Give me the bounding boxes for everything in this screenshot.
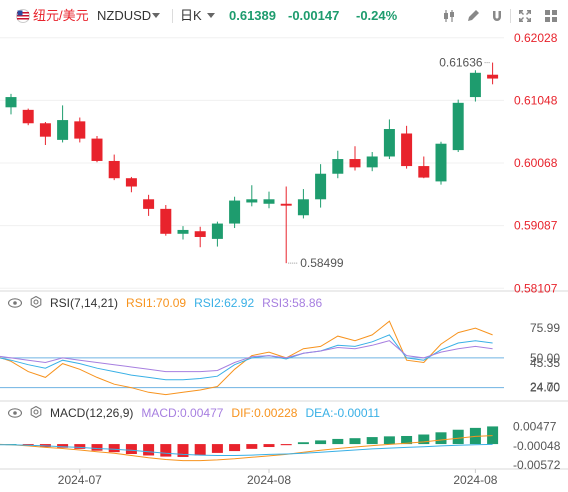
macd-histogram-bar — [143, 444, 155, 456]
candle-body — [125, 178, 137, 187]
candle-body — [177, 229, 189, 234]
macd-title-row: MACD(12,26,9) MACD:0.00477 DIF:0.00228 DEA:… — [7, 406, 380, 421]
high-price-annotation: 0.61636 — [439, 56, 483, 70]
candle-body — [418, 166, 430, 178]
rsi-pane — [0, 320, 504, 396]
macd-histogram-bar — [435, 432, 447, 445]
macd-tick-label: -0.00572 — [513, 458, 561, 472]
macd-histogram-bar — [487, 426, 499, 445]
candle-body — [383, 129, 395, 157]
macd-histogram-bar — [349, 438, 361, 445]
rsi-tick-label: 45.35 — [530, 356, 560, 370]
x-tick-label: 2024-08 — [453, 473, 497, 487]
candle-body — [280, 203, 292, 206]
macd-histogram-bar — [383, 436, 395, 445]
macd-histogram-bar — [280, 444, 292, 446]
candle-body — [39, 123, 51, 137]
macd-histogram-bar — [229, 444, 241, 452]
candle-body — [315, 173, 327, 200]
candle-body — [74, 121, 86, 139]
candle-body — [194, 231, 206, 237]
candle-body — [246, 199, 258, 203]
candle-body — [452, 102, 464, 151]
macd-title: MACD(12,26,9) — [50, 406, 134, 420]
candle-body — [469, 72, 481, 98]
macd-histogram-bar — [91, 444, 103, 451]
candle-body — [160, 208, 172, 234]
candle-body — [332, 159, 344, 174]
candle-body — [401, 133, 413, 167]
candle-body — [366, 156, 378, 168]
macd-histogram-bar — [263, 444, 275, 448]
rsi2-label: RSI2:62.92 — [194, 296, 255, 310]
price-tick-label: 0.59087 — [514, 219, 558, 233]
candle-body — [263, 199, 275, 204]
macd-histogram-bar — [108, 444, 120, 453]
x-tick-label: 2024-08 — [247, 473, 291, 487]
rsi1-label: RSI1:70.09 — [126, 296, 187, 310]
macd-tick-label: -0.00048 — [513, 439, 561, 453]
macd-histogram-bar — [366, 437, 378, 445]
price-tick-label: 0.61048 — [514, 93, 558, 107]
macd-histogram-bar — [125, 444, 137, 455]
candle-body — [57, 120, 69, 140]
macd-histogram-bar — [211, 444, 223, 453]
rsi-tick-label: 24.00 — [530, 381, 560, 395]
macd-tick-label: 0.00477 — [513, 420, 557, 434]
x-tick-label: 2024-07 — [58, 473, 102, 487]
dif-label: DIF:0.00228 — [231, 406, 298, 420]
grid — [0, 37, 568, 470]
candle-body — [143, 199, 155, 209]
macd-pane — [0, 426, 499, 462]
macd-histogram-bar — [194, 444, 206, 456]
macd-histogram-bar — [297, 442, 309, 445]
dea-label: DEA:-0.00011 — [305, 406, 380, 420]
macd-value-label: MACD:0.00477 — [141, 406, 224, 420]
macd-histogram-bar — [332, 438, 344, 445]
candle-body — [5, 97, 17, 108]
price-tick-label: 0.60068 — [514, 156, 558, 170]
rsi3-label: RSI3:58.86 — [262, 296, 323, 310]
candle-body — [22, 109, 34, 124]
eye-icon[interactable] — [7, 407, 23, 421]
settings-icon[interactable] — [30, 406, 42, 421]
candle-body — [108, 160, 120, 179]
macd-histogram-bar — [315, 440, 327, 445]
candle-body — [211, 223, 223, 239]
low-price-annotation: 0.58499 — [300, 256, 344, 270]
rsi-title: RSI(7,14,21) — [50, 296, 119, 310]
candle-body — [297, 199, 309, 216]
settings-icon[interactable] — [30, 296, 42, 311]
eye-icon[interactable] — [7, 297, 23, 311]
candle-body — [91, 138, 103, 161]
candle-body — [229, 200, 241, 224]
rsi-tick-label: 75.99 — [530, 321, 560, 335]
candle-body — [487, 74, 499, 79]
macd-histogram-bar — [246, 444, 258, 449]
price-tick-label: 0.58107 — [514, 281, 558, 295]
macd-histogram-bar — [452, 429, 464, 445]
rsi-title-row: RSI(7,14,21) RSI1:70.09 RSI2:62.92 RSI3:58.… — [7, 296, 323, 311]
price-tick-label: 0.62028 — [514, 31, 558, 45]
macd-histogram-bar — [160, 444, 172, 457]
candle-body — [349, 159, 361, 168]
candle-body — [435, 143, 447, 182]
